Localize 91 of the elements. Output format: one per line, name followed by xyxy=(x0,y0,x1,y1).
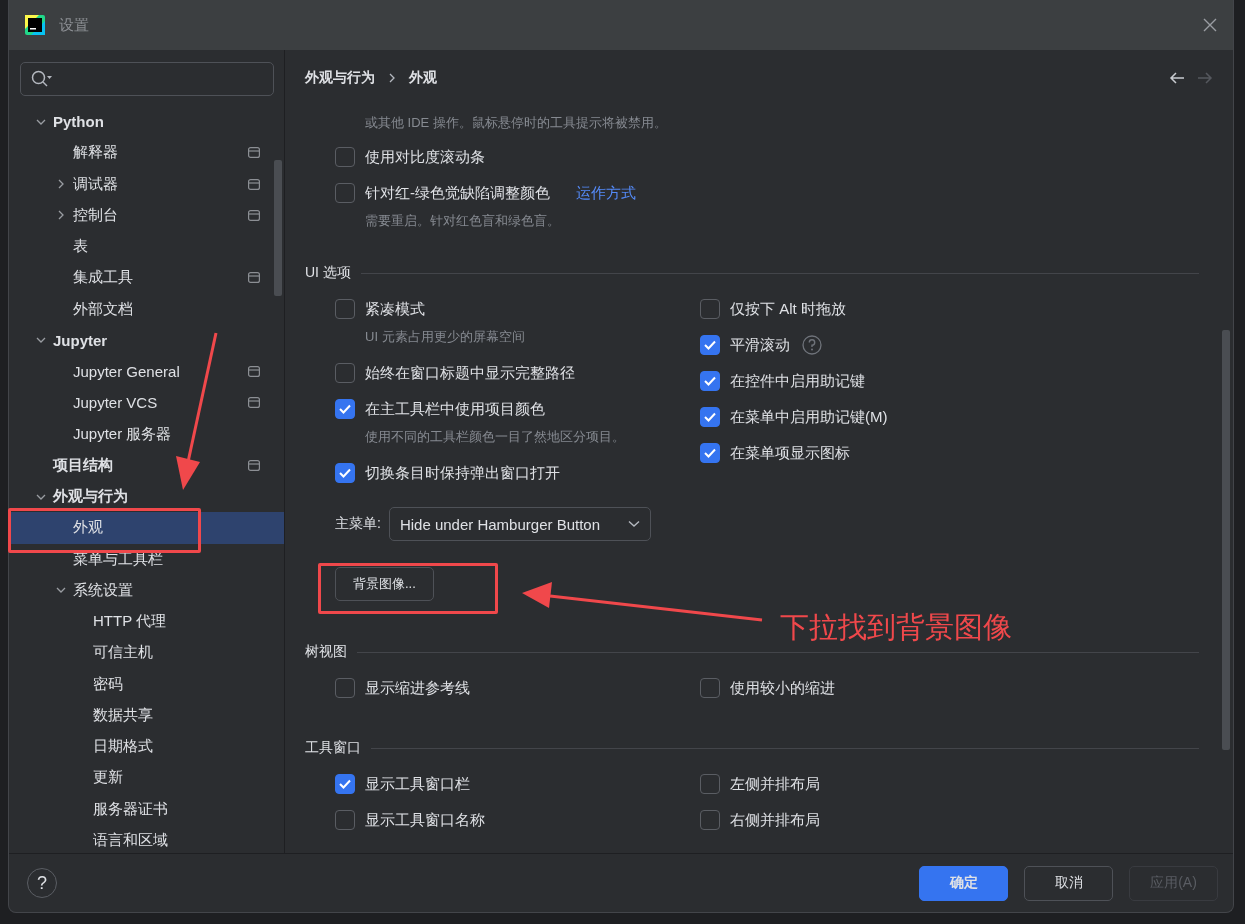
checkmark-icon xyxy=(339,468,351,478)
sidebar-item[interactable]: Jupyter VCS xyxy=(9,387,284,419)
sidebar-item[interactable]: 可信主机 xyxy=(9,637,284,669)
sidebar-item[interactable]: Jupyter General xyxy=(9,356,284,388)
option-label: 切换条目时保持弹出窗口打开 xyxy=(365,463,560,483)
checkbox[interactable] xyxy=(700,299,720,319)
sidebar-item[interactable]: 语言和区域 xyxy=(9,824,284,853)
option-label: 紧凑模式 xyxy=(365,299,425,319)
background-image-button[interactable]: 背景图像... xyxy=(335,567,434,601)
sidebar-item[interactable]: 表 xyxy=(9,231,284,263)
sidebar-item[interactable]: 调试器 xyxy=(9,168,284,200)
checkbox[interactable] xyxy=(335,399,355,419)
checkbox[interactable] xyxy=(700,443,720,463)
checkmark-icon xyxy=(339,779,351,789)
section-title: 树视图 xyxy=(305,643,347,661)
checkmark-icon xyxy=(704,376,716,386)
checkmark-icon xyxy=(704,448,716,458)
option-label: 使用对比度滚动条 xyxy=(365,147,485,167)
checkbox[interactable] xyxy=(335,363,355,383)
sidebar-item[interactable]: 项目结构 xyxy=(9,449,284,481)
annotation-text: 下拉找到背景图像 xyxy=(780,610,1012,645)
sidebar-item[interactable]: 系统设置 xyxy=(9,574,284,606)
checkbox[interactable] xyxy=(700,407,720,427)
option-label: 仅按下 Alt 时拖放 xyxy=(730,299,846,319)
option-hint: UI 元素占用更少的屏幕空间 xyxy=(364,328,526,346)
sidebar-item[interactable]: 解释器 xyxy=(9,137,284,169)
checkbox[interactable] xyxy=(335,299,355,319)
option-label: 右侧并排布局 xyxy=(730,810,820,830)
sidebar-item[interactable]: 外部文档 xyxy=(9,293,284,325)
checkbox[interactable] xyxy=(335,774,355,794)
chevron-right-icon xyxy=(389,73,395,83)
scrollbar[interactable] xyxy=(274,160,282,296)
section-title: 工具窗口 xyxy=(305,739,361,757)
option-label: 在菜单项显示图标 xyxy=(730,443,850,463)
sidebar-item[interactable]: 控制台 xyxy=(9,199,284,231)
chevron-right-icon[interactable] xyxy=(56,210,66,221)
main-menu-label: 主菜单: xyxy=(335,515,381,533)
checkmark-icon xyxy=(704,340,716,350)
option-label: 针对红-绿色觉缺陷调整颜色 xyxy=(365,183,550,203)
dialog-button[interactable]: 取消 xyxy=(1024,865,1113,901)
sidebar-item[interactable]: 更新 xyxy=(9,762,284,794)
option-label: 使用较小的缩进 xyxy=(730,678,835,698)
checkbox[interactable] xyxy=(700,774,720,794)
option-label: 在控件中启用助记键 xyxy=(730,371,865,391)
checkbox[interactable] xyxy=(700,335,720,355)
app-logo-icon xyxy=(25,15,45,35)
sidebar-item[interactable]: Python xyxy=(9,106,284,138)
chevron-down-icon xyxy=(628,520,640,528)
search-field[interactable] xyxy=(20,62,274,96)
sidebar-item[interactable]: 外观与行为 xyxy=(9,481,284,513)
checkbox[interactable] xyxy=(335,147,355,167)
option-label: 平滑滚动 xyxy=(730,335,790,355)
option-label: 在主工具栏中使用项目颜色 xyxy=(365,399,545,419)
sidebar-item[interactable]: 日期格式 xyxy=(9,731,284,763)
option-label: 始终在窗口标题中显示完整路径 xyxy=(365,363,575,383)
section-title: UI 选项 xyxy=(305,264,351,282)
checkmark-icon xyxy=(339,404,351,414)
checkbox[interactable] xyxy=(335,183,355,203)
checkmark-icon xyxy=(704,412,716,422)
checkbox[interactable] xyxy=(335,810,355,830)
sidebar-item[interactable]: Jupyter xyxy=(9,324,284,356)
help-icon[interactable] xyxy=(802,335,822,355)
sidebar-item[interactable]: 密码 xyxy=(9,668,284,700)
checkbox[interactable] xyxy=(700,678,720,698)
back-arrow-icon[interactable] xyxy=(1169,71,1185,85)
scrollbar[interactable] xyxy=(1222,330,1230,750)
sidebar-item[interactable]: 服务器证书 xyxy=(9,793,284,825)
checkbox[interactable] xyxy=(335,678,355,698)
option-label: 显示工具窗口栏 xyxy=(365,774,470,794)
checkbox[interactable] xyxy=(700,810,720,830)
option-label: 显示工具窗口名称 xyxy=(365,810,485,830)
checkbox[interactable] xyxy=(335,463,355,483)
option-label: 左侧并排布局 xyxy=(730,774,820,794)
option-hint: 需要重启。针对红色盲和绿色盲。 xyxy=(364,212,561,230)
sidebar-item[interactable]: 数据共享 xyxy=(9,699,284,731)
search-icon xyxy=(31,70,53,88)
how-it-works-link[interactable]: 运作方式 xyxy=(576,183,636,203)
checkbox[interactable] xyxy=(700,371,720,391)
sidebar-item[interactable]: HTTP 代理 xyxy=(9,606,284,638)
sidebar-item[interactable]: Jupyter 服务器 xyxy=(9,418,284,450)
close-icon[interactable] xyxy=(1203,18,1217,32)
window-title: 设置 xyxy=(59,15,89,35)
main-menu-dropdown[interactable]: Hide under Hamburger Button xyxy=(388,507,651,541)
breadcrumb-item: 外观 xyxy=(409,69,437,87)
option-label: 显示缩进参考线 xyxy=(365,678,470,698)
sidebar-item[interactable]: 集成工具 xyxy=(9,262,284,294)
option-hint: 或其他 IDE 操作。鼠标悬停时的工具提示将被禁用。 xyxy=(364,114,668,132)
option-label: 在菜单中启用助记键(M) xyxy=(730,407,888,427)
breadcrumb-item[interactable]: 外观与行为 xyxy=(305,69,375,87)
sidebar-item[interactable]: 外观 xyxy=(9,512,284,544)
chevron-right-icon[interactable] xyxy=(56,179,66,190)
